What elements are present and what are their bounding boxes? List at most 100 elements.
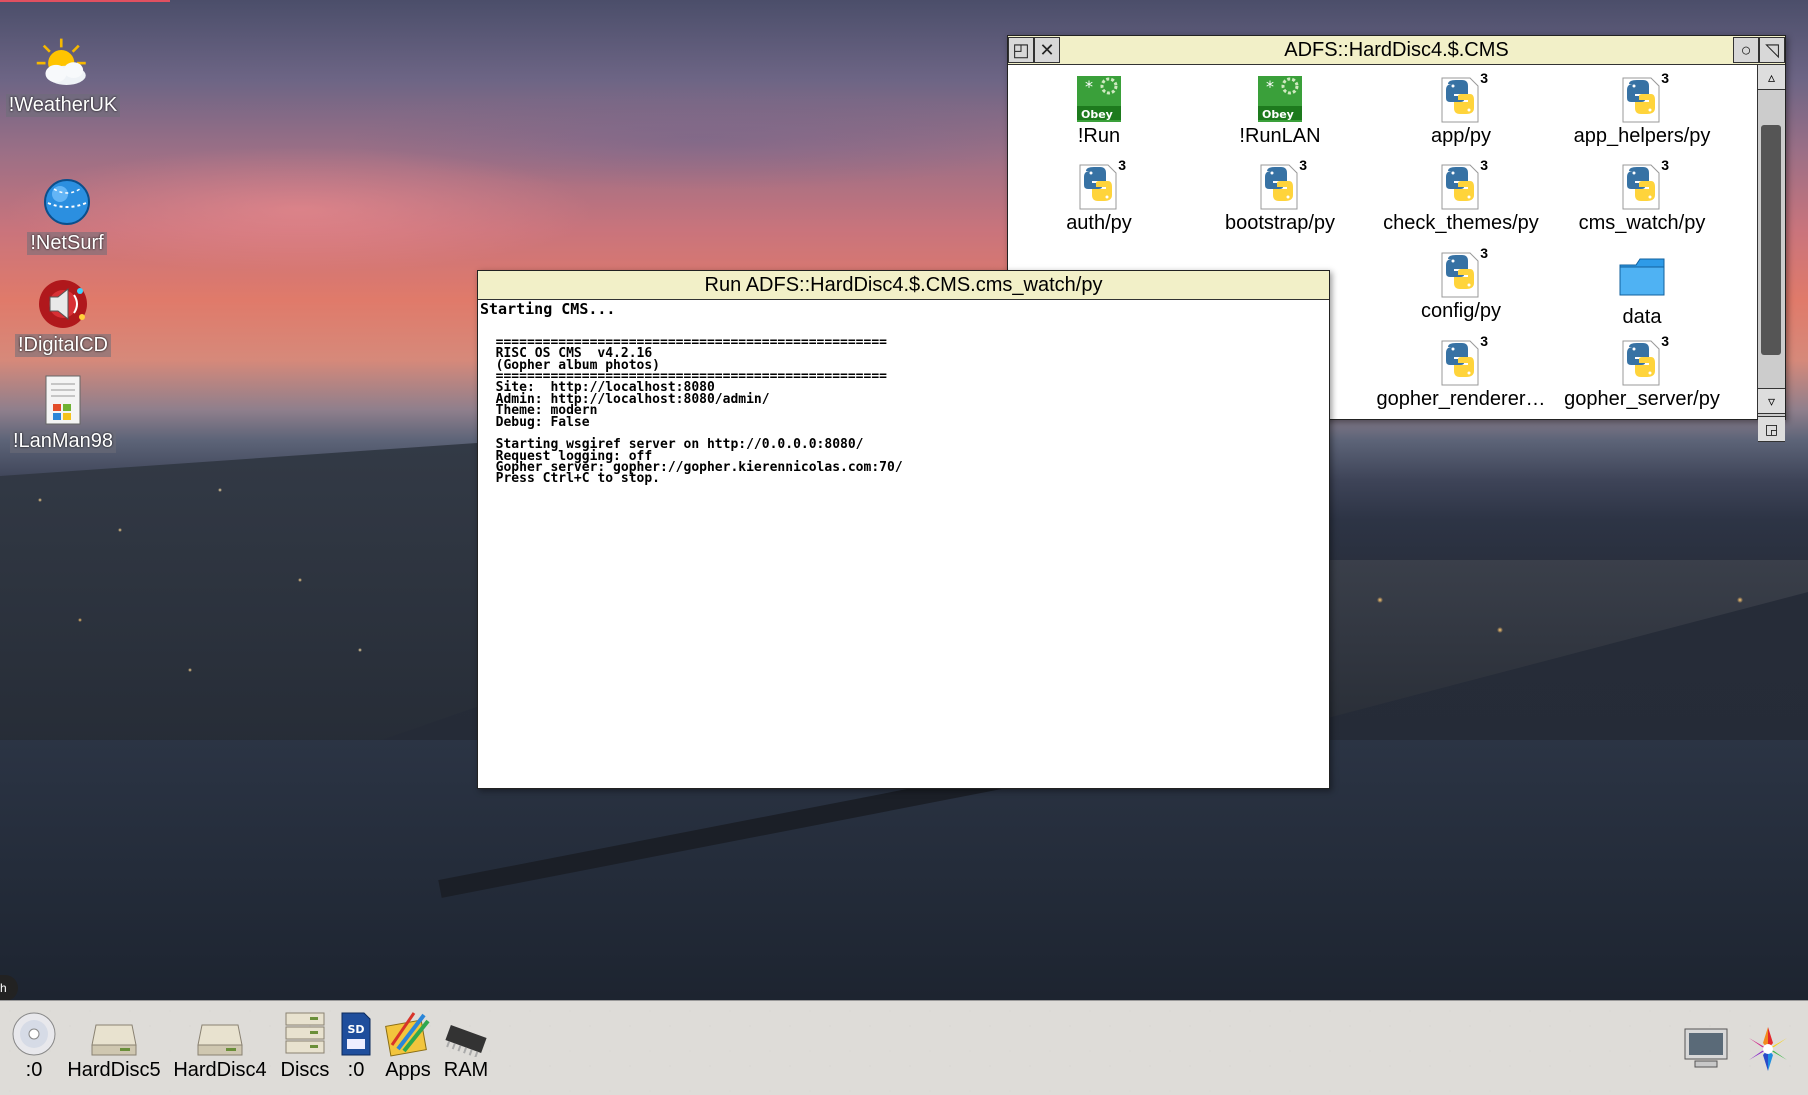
close-button[interactable]: ✕ [1034,37,1060,63]
run-titlebar[interactable]: Run ADFS::HardDisc4.$.CMS.cms_watch/py [478,271,1329,300]
terminal-line: Debug: False [480,414,590,430]
filer-item-label: !Run [1077,125,1121,147]
iconbar-harddisc4[interactable]: HardDisc4 [172,1009,268,1082]
risc-os-star-icon [1740,1025,1796,1073]
filer-item[interactable]: data [1552,249,1732,329]
svg-text:SD: SD [347,1023,364,1036]
filer-vertical-scrollbar[interactable]: ▵ ▿ ◲ [1757,65,1785,442]
scroll-up-icon: ▵ [1767,68,1776,85]
iconbar-display[interactable] [1678,1025,1734,1073]
desktop-icon-weatheruk[interactable]: !WeatherUK [3,36,123,117]
terminal-output[interactable]: Starting CMS... ========================… [478,300,1329,788]
python-version-badge: 3 [1661,333,1669,349]
filer-item-label: cms_watch/py [1578,212,1706,234]
run-title: Run ADFS::HardDisc4.$.CMS.cms_watch/py [704,273,1103,296]
iconbar-label: :0 [25,1059,43,1081]
scroll-down-button[interactable]: ▿ [1758,388,1785,414]
iconbar-label: Discs [280,1059,330,1081]
pinboard-tab-label: h [0,981,7,995]
filer-titlebar[interactable]: ◰ ✕ ADFS::HardDisc4.$.CMS ○ ◹ [1008,36,1785,65]
back-icon: ◰ [1012,39,1030,60]
scroll-up-button[interactable]: ▵ [1758,65,1785,90]
python-version-badge: 3 [1661,70,1669,86]
filer-item-label: app/py [1430,125,1492,147]
svg-text:*: * [1266,77,1274,96]
iconbar-cd-drive[interactable]: :0 [8,1009,60,1082]
iconise-button[interactable]: ○ [1733,37,1759,63]
sd-card-icon: SD [337,1009,375,1057]
iconbar-label: Apps [385,1059,431,1081]
obey-file-icon: * Obey [1255,74,1305,124]
filer-item-label: app_helpers/py [1573,125,1711,147]
terminal-line: Press Ctrl+C to stop. [480,471,661,487]
python-version-badge: 3 [1299,157,1307,173]
hard-disc-icon [66,1009,162,1057]
desktop-icon-label: !WeatherUK [5,94,121,117]
filer-item[interactable]: 3 config/py [1371,245,1551,323]
filer-title: ADFS::HardDisc4.$.CMS [1284,38,1509,61]
python-version-badge: 3 [1480,333,1488,349]
filer-item[interactable]: * Obey !RunLAN [1190,74,1370,148]
run-output-window[interactable]: Run ADFS::HardDisc4.$.CMS.cms_watch/py S… [477,270,1330,789]
iconbar-apps[interactable]: Apps [382,1009,434,1082]
desktop-icon-netsurf[interactable]: !NetSurf [7,174,127,255]
filer-item[interactable]: 3 app/py [1371,70,1551,148]
iconbar-harddisc5[interactable]: HardDisc5 [66,1009,162,1082]
folder-icon [1617,249,1667,305]
filer-item[interactable]: 3 app_helpers/py [1552,70,1732,148]
terminal-line: Theme: modern [480,403,598,419]
filer-item-label: !RunLAN [1239,125,1321,147]
terminal-line: Admin: http://localhost:8080/admin/ [480,391,770,407]
iconbar-label: HardDisc5 [67,1059,161,1081]
python-file-icon: 3 [1617,157,1669,211]
speaker-music-icon [35,276,91,332]
scrollbar-thumb[interactable] [1761,125,1781,355]
ram-chip-icon [440,1009,492,1057]
python-version-badge: 3 [1480,157,1488,173]
iconbar-label: HardDisc4 [173,1059,267,1081]
scroll-down-icon: ▿ [1767,392,1776,409]
filer-item[interactable]: * Obey !Run [1009,74,1189,148]
toggle-size-icon: ◹ [1765,39,1779,60]
filer-item-label: data [1622,306,1662,328]
python-file-icon: 3 [1255,157,1307,211]
iconbar-ram[interactable]: RAM [440,1009,492,1082]
close-icon: ✕ [1039,39,1055,60]
resize-icon: ◲ [1764,420,1779,437]
filer-item-label: gopher_renderer… [1376,388,1546,410]
cd-drive-icon [8,1009,60,1057]
apps-icon [382,1009,434,1057]
iconbar-sd-card[interactable]: SD :0 [337,1009,375,1082]
resize-handle[interactable]: ◲ [1758,416,1785,442]
hard-disc-icon [172,1009,268,1057]
python-version-badge: 3 [1661,157,1669,173]
discs-icon [276,1009,334,1057]
desktop-icon-digitalcd[interactable]: !DigitalCD [3,276,123,357]
filer-item[interactable]: 3 auth/py [1009,157,1189,235]
network-doc-icon [35,372,91,428]
python-version-badge: 3 [1480,245,1488,261]
wallpaper-shore [1320,560,1808,720]
desktop-icon-label: !NetSurf [27,232,107,255]
icon-bar: :0 HardDisc5 HardDisc4 Discs SD:0 Apps … [0,1000,1808,1095]
python-file-icon: 3 [1436,245,1488,299]
filer-item[interactable]: 3 bootstrap/py [1190,157,1370,235]
python-version-badge: 3 [1118,157,1126,173]
filer-item-label: auth/py [1066,212,1132,234]
iconbar-label: :0 [347,1059,365,1081]
filer-item[interactable]: 3 gopher_renderer… [1371,333,1551,411]
python-file-icon: 3 [1617,70,1669,124]
iconbar-task-manager[interactable] [1740,1025,1796,1073]
filer-item-label: gopher_server/py [1564,388,1720,410]
filer-item-label: check_themes/py [1383,212,1539,234]
filer-item[interactable]: 3 cms_watch/py [1552,157,1732,235]
iconbar-label: RAM [443,1059,489,1081]
toggle-size-button[interactable]: ◹ [1759,37,1785,63]
filer-item[interactable]: 3 check_themes/py [1371,157,1551,235]
back-button[interactable]: ◰ [1008,37,1034,63]
desktop-icon-label: !LanMan98 [9,430,117,453]
iconbar-discs[interactable]: Discs [276,1009,334,1082]
desktop-icon-lanman98[interactable]: !LanMan98 [3,372,123,453]
filer-item[interactable]: 3 gopher_server/py [1552,333,1732,411]
filer-item-label: bootstrap/py [1224,212,1336,234]
